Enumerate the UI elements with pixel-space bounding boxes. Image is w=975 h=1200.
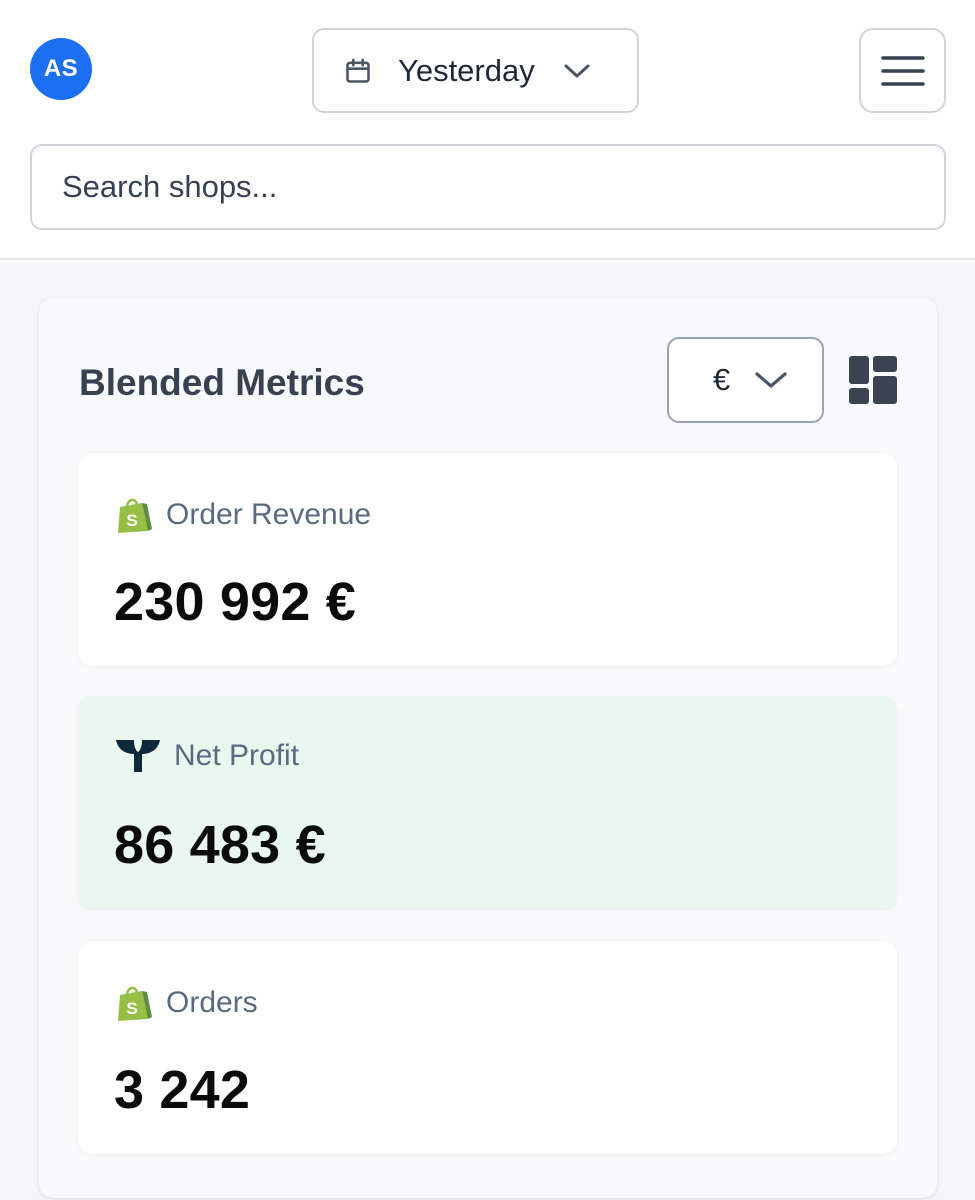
metric-card-net-profit[interactable]: Net Profit 86 483 € — [78, 696, 897, 909]
top-bar: AS Yesterday — [0, 0, 975, 260]
panel-title: Blended Metrics — [79, 362, 365, 403]
svg-text:S: S — [126, 511, 137, 530]
main-content: Blended Metrics € S Order Revenue 230 99… — [0, 262, 975, 1200]
chevron-down-icon — [564, 64, 590, 77]
metric-value: 86 483 € — [114, 815, 326, 875]
date-range-dropdown[interactable]: Yesterday — [312, 28, 639, 113]
metric-value: 3 242 — [114, 1060, 251, 1120]
metric-label: Net Profit — [174, 739, 300, 772]
menu-button[interactable] — [859, 28, 946, 113]
metric-value: 230 992 € — [114, 572, 357, 632]
search-input[interactable] — [30, 144, 946, 230]
metric-label: Orders — [166, 986, 258, 1019]
dashboard-layout-icon[interactable] — [849, 356, 897, 404]
blended-metrics-panel: Blended Metrics € S Order Revenue 230 99… — [39, 298, 937, 1198]
metric-card-order-revenue[interactable]: S Order Revenue 230 992 € — [78, 453, 897, 666]
brand-logo-icon — [116, 740, 160, 772]
calendar-icon — [346, 58, 370, 83]
date-range-label: Yesterday — [398, 52, 535, 88]
metric-label: Order Revenue — [166, 498, 372, 531]
hamburger-menu-icon — [880, 55, 925, 86]
metric-card-orders[interactable]: S Orders 3 242 — [78, 941, 897, 1154]
chevron-down-icon — [755, 372, 787, 388]
avatar[interactable]: AS — [30, 38, 92, 100]
shopify-bag-icon: S — [118, 986, 152, 1021]
shopify-bag-icon: S — [118, 498, 152, 533]
svg-text:S: S — [126, 999, 137, 1018]
currency-dropdown[interactable]: € — [667, 337, 824, 423]
currency-symbol: € — [713, 362, 731, 397]
